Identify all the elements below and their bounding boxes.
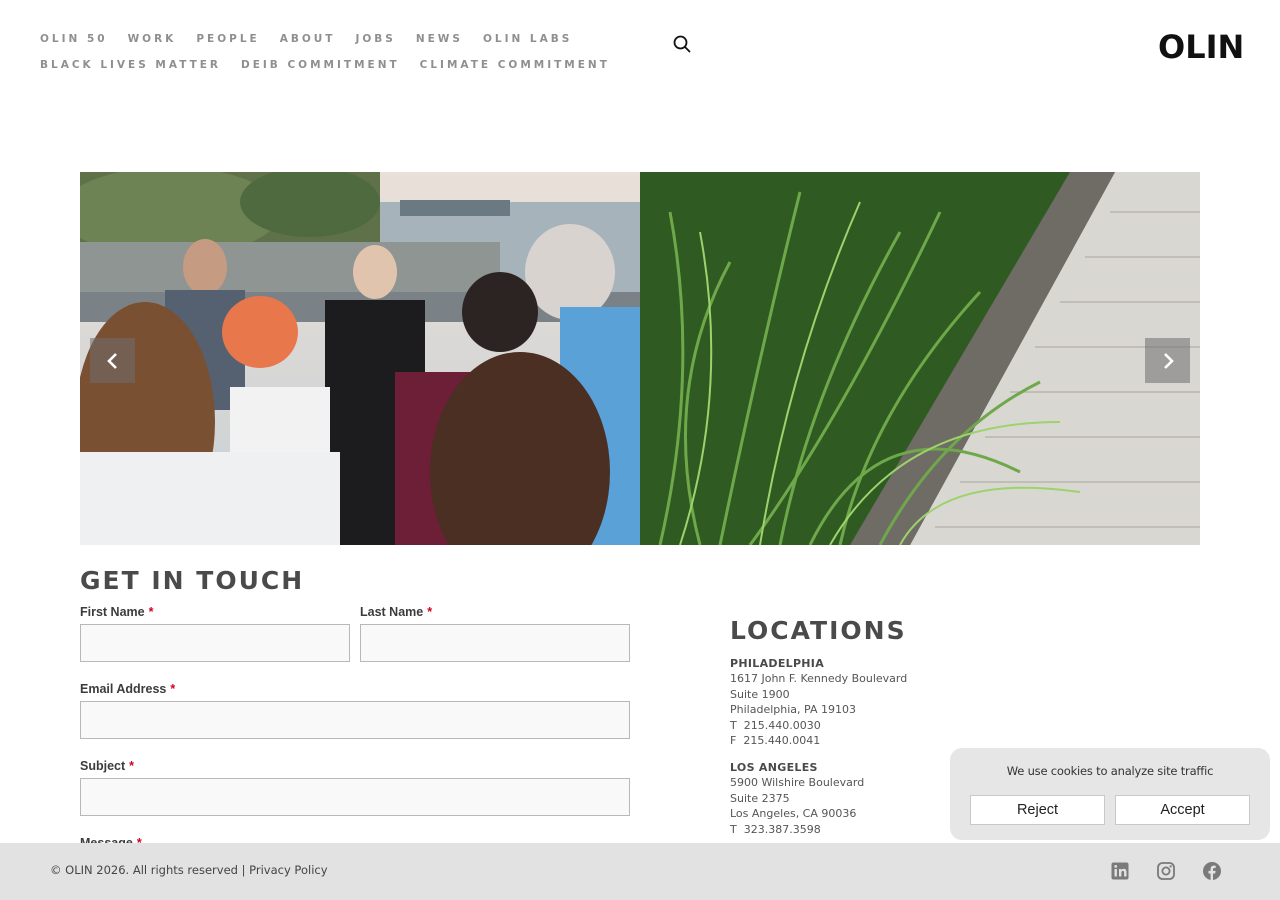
last-name-field[interactable] — [360, 624, 630, 662]
office-los-angeles: LOS ANGELES 5900 Wilshire Boulevard Suit… — [730, 760, 864, 837]
office-phone: T 323.387.3598 — [730, 822, 821, 836]
nav-row-secondary: BLACK LIVES MATTER DEIB COMMITMENT CLIMA… — [40, 52, 630, 78]
carousel-slide-grass — [640, 172, 1200, 545]
instagram-icon[interactable] — [1156, 861, 1176, 881]
first-name-label: First Name * — [80, 605, 153, 619]
main-nav: OLIN 50 WORK PEOPLE ABOUT JOBS NEWS OLIN… — [40, 26, 630, 78]
office-address-line1: 1617 John F. Kennedy Boulevard — [730, 672, 908, 686]
nav-link-olin-labs[interactable]: OLIN LABS — [483, 33, 572, 45]
subject-field[interactable] — [80, 778, 630, 816]
email-label-text: Email Address — [80, 682, 167, 696]
last-name-label-text: Last Name — [360, 605, 424, 619]
nav-link-about[interactable]: ABOUT — [280, 33, 336, 45]
facebook-icon[interactable] — [1202, 861, 1222, 881]
required-mark: * — [129, 759, 135, 773]
search-icon[interactable] — [672, 34, 694, 56]
office-address-line1: 5900 Wilshire Boulevard — [730, 776, 865, 790]
nav-link-jobs[interactable]: JOBS — [355, 33, 395, 45]
required-mark: * — [427, 605, 433, 619]
privacy-policy-link[interactable]: Privacy Policy — [249, 863, 327, 877]
get-in-touch-heading: GET IN TOUCH — [80, 566, 305, 595]
email-label: Email Address * — [80, 682, 175, 696]
nav-link-deib-commitment[interactable]: DEIB COMMITMENT — [241, 59, 400, 71]
subject-label-text: Subject — [80, 759, 126, 773]
last-name-label: Last Name * — [360, 605, 432, 619]
office-fax: F 215.440.0041 — [730, 734, 821, 748]
first-name-label-text: First Name — [80, 605, 145, 619]
nav-link-black-lives-matter[interactable]: BLACK LIVES MATTER — [40, 59, 221, 71]
office-phone: T 215.440.0030 — [730, 718, 821, 732]
nav-link-work[interactable]: WORK — [128, 33, 177, 45]
email-field[interactable] — [80, 701, 630, 739]
office-city: LOS ANGELES — [730, 761, 818, 774]
chevron-left-icon — [106, 352, 117, 369]
cookie-accept-button[interactable]: Accept — [1115, 795, 1250, 825]
subject-label: Subject * — [80, 759, 134, 773]
linkedin-icon[interactable] — [1110, 861, 1130, 881]
nav-row-primary: OLIN 50 WORK PEOPLE ABOUT JOBS NEWS OLIN… — [40, 26, 630, 52]
olin-logo[interactable]: OLIN — [1158, 28, 1244, 66]
nav-link-climate-commitment[interactable]: CLIMATE COMMITMENT — [420, 59, 610, 71]
cookie-banner: We use cookies to analyze site traffic R… — [950, 748, 1270, 840]
nav-link-people[interactable]: PEOPLE — [196, 33, 259, 45]
footer-copyright: © OLIN 2026. All rights reserved | Priva… — [50, 863, 328, 877]
office-city-line: Los Angeles, CA 90036 — [730, 807, 857, 821]
first-name-field[interactable] — [80, 624, 350, 662]
office-address-line2: Suite 2375 — [730, 791, 790, 805]
image-carousel — [80, 172, 1200, 545]
nav-link-news[interactable]: NEWS — [416, 33, 463, 45]
nav-link-olin-50[interactable]: OLIN 50 — [40, 33, 108, 45]
office-city-line: Philadelphia, PA 19103 — [730, 703, 856, 717]
carousel-next-button[interactable] — [1145, 338, 1190, 383]
footer: © OLIN 2026. All rights reserved | Priva… — [0, 843, 1280, 900]
chevron-right-icon — [1163, 352, 1174, 369]
office-city: PHILADELPHIA — [730, 657, 825, 670]
copyright-text: © OLIN 2026. All rights reserved | — [50, 863, 250, 877]
locations-heading: LOCATIONS — [730, 616, 907, 645]
office-address-line2: Suite 1900 — [730, 687, 790, 701]
cookie-reject-button[interactable]: Reject — [970, 795, 1105, 825]
required-mark: * — [170, 682, 176, 696]
cookie-message: We use cookies to analyze site traffic — [1006, 764, 1214, 778]
required-mark: * — [148, 605, 154, 619]
office-philadelphia: PHILADELPHIA 1617 John F. Kennedy Boulev… — [730, 656, 907, 748]
carousel-prev-button[interactable] — [90, 338, 135, 383]
carousel-slide-people — [80, 172, 640, 545]
